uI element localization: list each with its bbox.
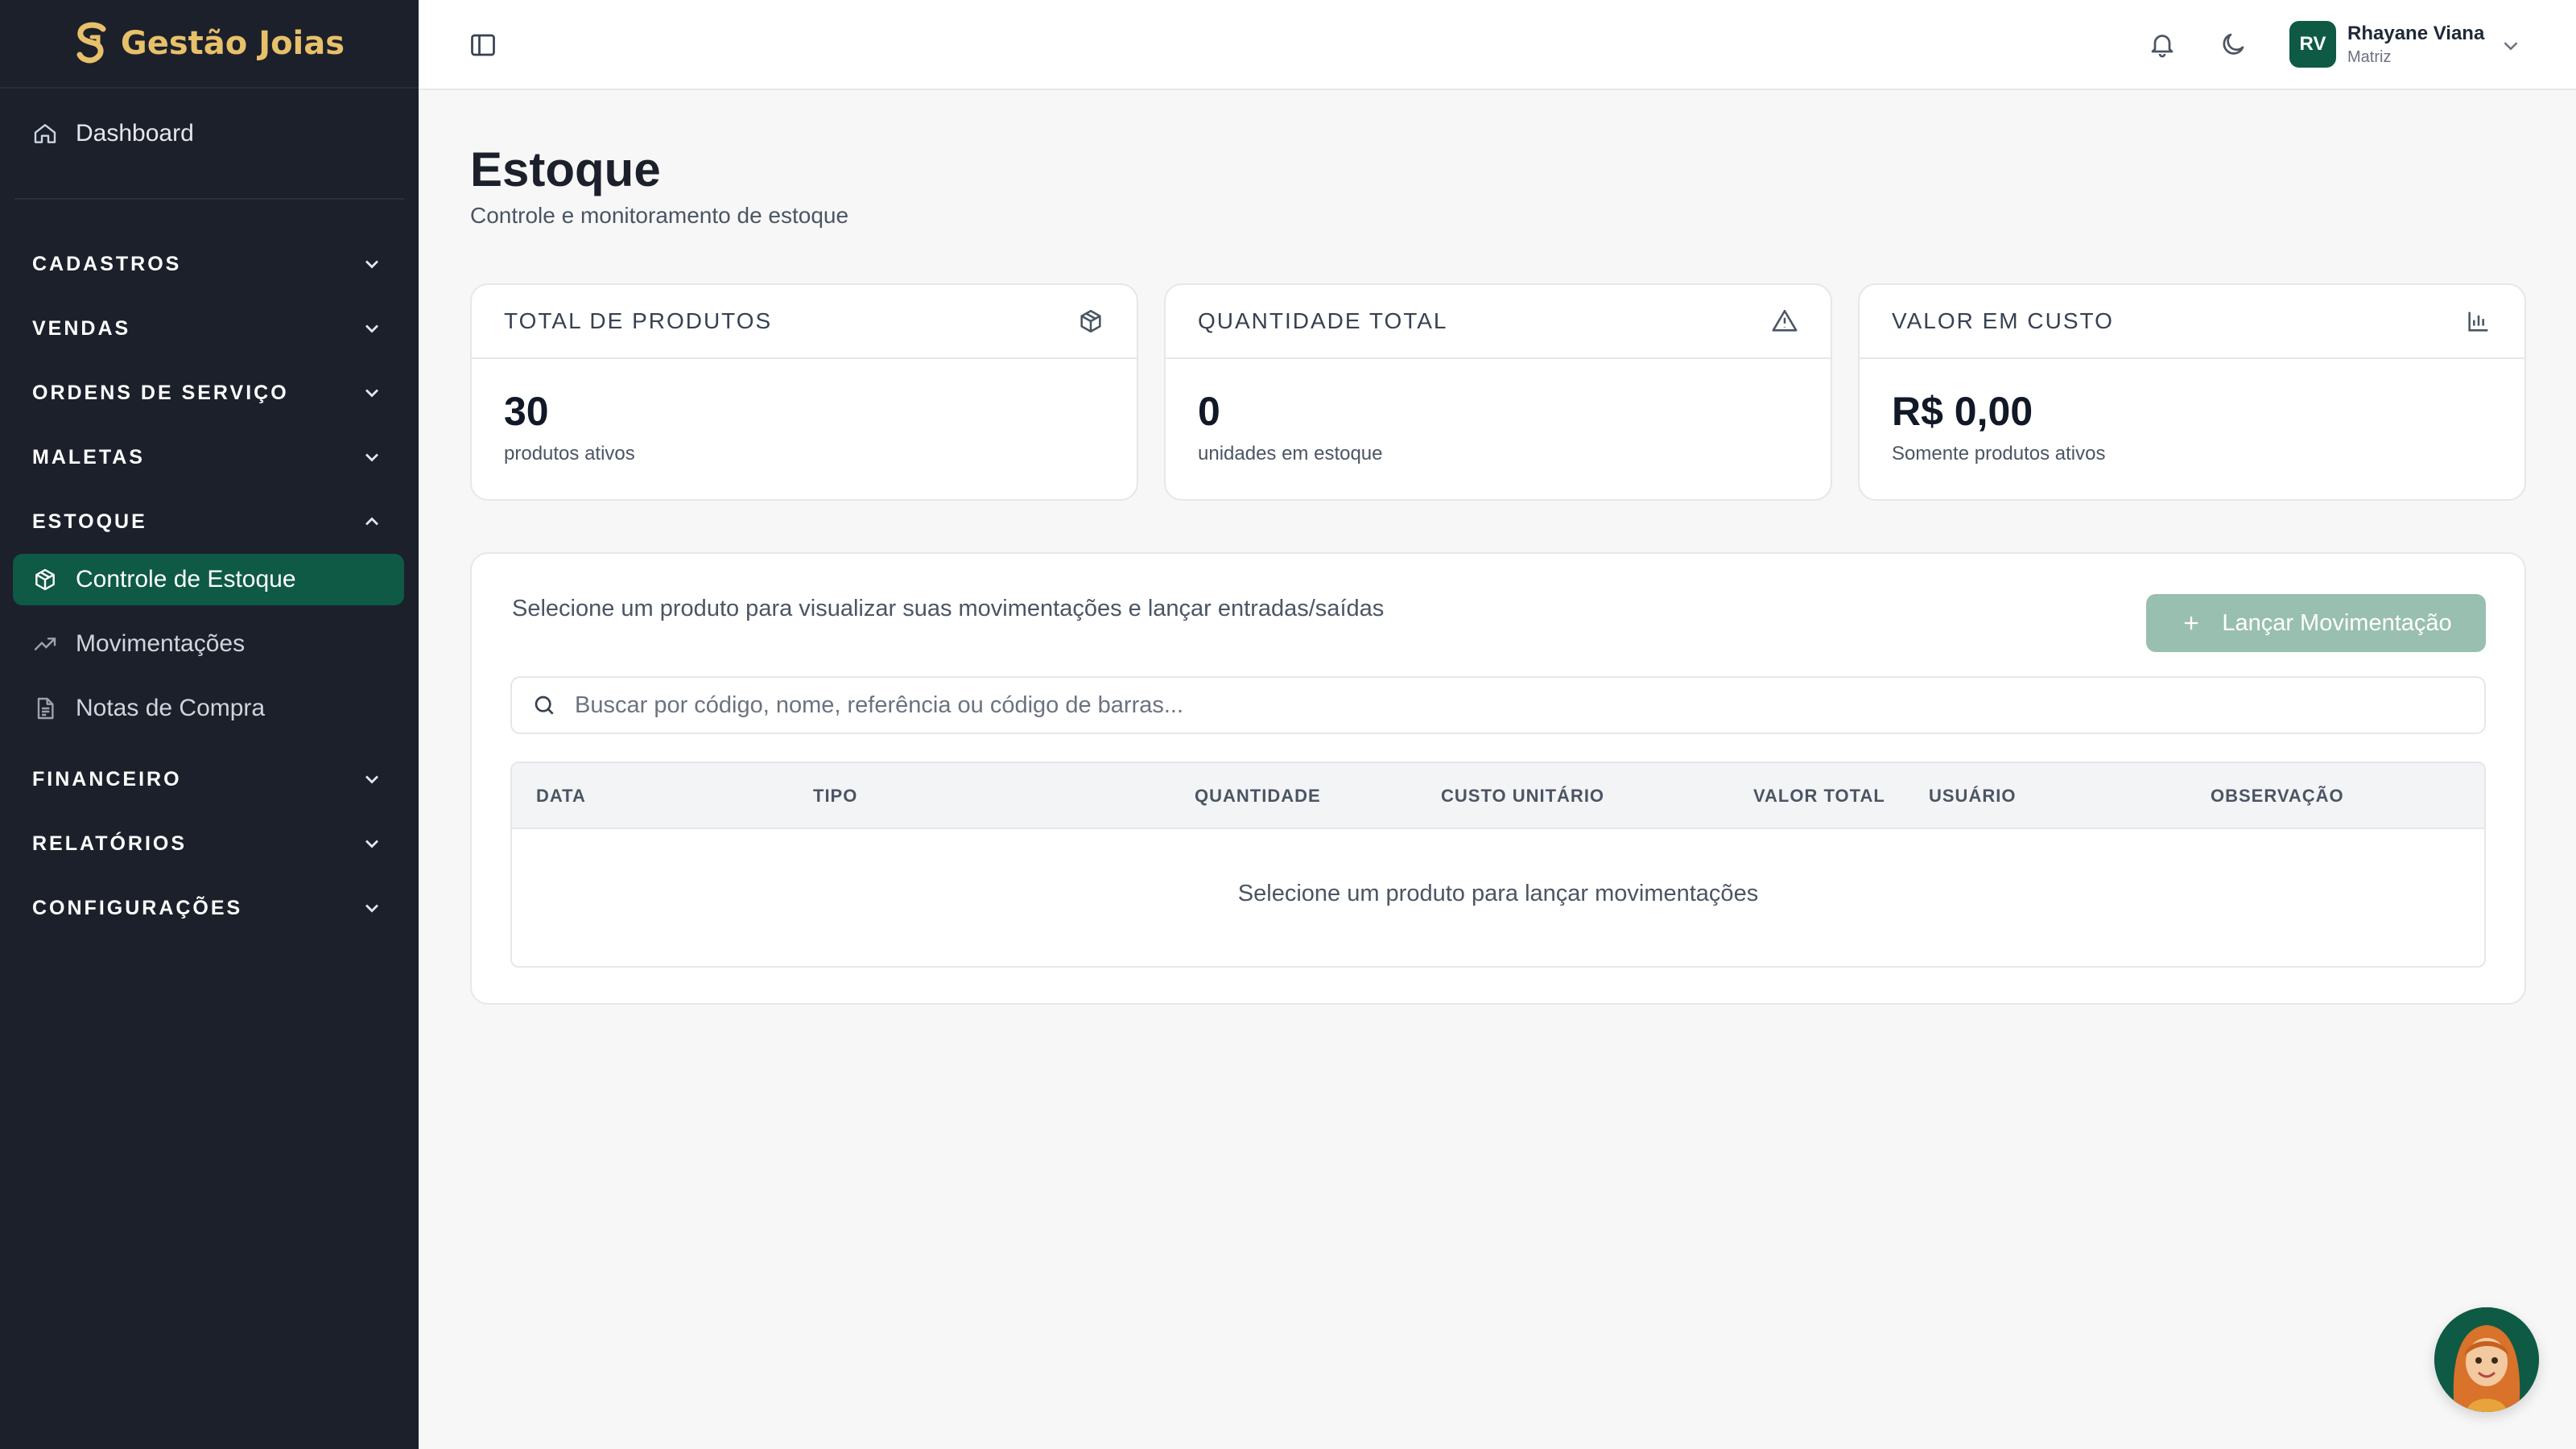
lancar-movimentacao-button[interactable]: Lançar Movimentação (2146, 594, 2486, 652)
column-header-tipo[interactable]: TIPO (813, 786, 857, 807)
chevron-down-icon (365, 260, 378, 269)
sidebar-item-label: Notas de Compra (76, 695, 266, 721)
section-label: ORDENS DE SERVIÇO (32, 381, 289, 404)
sidebar-section-configuracoes[interactable]: CONFIGURAÇÕES (0, 876, 419, 940)
trending-up-icon (34, 638, 56, 650)
movimentacoes-table: DATA TIPO QUANTIDADE CUSTO UNITÁRIO VALO… (510, 762, 2486, 968)
brand[interactable]: Gestão Joias (0, 0, 419, 89)
brand-logo-icon (76, 22, 106, 64)
sidebar-section-ordens[interactable]: ORDENS DE SERVIÇO (0, 361, 419, 425)
file-text-icon (37, 697, 54, 720)
sidebar-section-relatorios[interactable]: RELATÓRIOS (0, 811, 419, 876)
column-header-observacao[interactable]: OBSERVAÇÃO (2211, 786, 2344, 807)
assistant-avatar-icon (2434, 1307, 2539, 1412)
section-label: CONFIGURAÇÕES (32, 896, 243, 919)
card-subtext: produtos ativos (504, 443, 635, 464)
card-title: TOTAL DE PRODUTOS (504, 308, 773, 333)
card-value: 30 (504, 389, 549, 434)
sidebar-divider (14, 198, 404, 200)
column-header-data[interactable]: DATA (536, 786, 586, 807)
sidebar-item-notas-compra[interactable]: Notas de Compra (13, 683, 404, 734)
section-label: MALETAS (32, 445, 145, 469)
section-label: CADASTROS (32, 252, 182, 275)
brand-name: Gestão Joias (120, 25, 345, 62)
user-name[interactable]: Rhayane Viana (2347, 23, 2484, 45)
chevron-up-icon (365, 517, 378, 526)
sidebar-section-estoque[interactable]: ESTOQUE (0, 489, 419, 554)
card-subtext: Somente produtos ativos (1892, 443, 2106, 464)
topbar: RV Rhayane Viana Matriz (419, 0, 2576, 90)
sidebar-toggle-icon[interactable] (469, 31, 497, 60)
sidebar-item-movimentacoes[interactable]: Movimentações (13, 618, 404, 670)
card-total-produtos: TOTAL DE PRODUTOS 30 produtos ativos (470, 283, 1138, 501)
card-title: VALOR EM CUSTO (1892, 308, 2114, 333)
sidebar: Gestão Joias Dashboard CADASTROS VENDAS … (0, 0, 419, 1449)
chevron-down-icon (365, 389, 378, 398)
movimentacoes-panel: Selecione um produto para visualizar sua… (470, 552, 2526, 1005)
bell-icon[interactable] (2148, 29, 2177, 60)
sidebar-item-dashboard[interactable]: Dashboard (0, 89, 419, 179)
sidebar-item-label: Dashboard (76, 120, 194, 147)
page-title: Estoque (470, 142, 661, 196)
empty-state-message: Selecione um produto para lançar movimen… (1237, 881, 1759, 906)
package-icon (35, 568, 55, 591)
search-input[interactable] (575, 691, 2426, 719)
assistant-avatar-button[interactable] (2434, 1307, 2539, 1412)
alert-triangle-icon (1772, 309, 1798, 332)
user-org: Matriz (2347, 48, 2392, 66)
card-header: VALOR EM CUSTO (1860, 285, 2524, 359)
column-header-quantidade[interactable]: QUANTIDADE (1195, 786, 1321, 807)
chevron-down-icon[interactable] (2499, 34, 2523, 58)
search-icon (535, 696, 554, 715)
chevron-down-icon (365, 775, 378, 784)
section-label: RELATÓRIOS (32, 832, 188, 855)
section-label: FINANCEIRO (32, 767, 182, 791)
card-value: 0 (1198, 389, 1220, 434)
chevron-down-icon (365, 840, 378, 848)
home-icon (34, 124, 56, 143)
product-search[interactable] (510, 676, 2486, 734)
bar-chart-icon (2468, 312, 2488, 332)
panel-hint: Selecione um produto para visualizar sua… (512, 596, 1385, 621)
card-header: TOTAL DE PRODUTOS (472, 285, 1137, 359)
moon-icon[interactable] (2219, 29, 2248, 60)
sidebar-item-controle-estoque[interactable]: Controle de Estoque (13, 554, 404, 605)
card-valor-custo: VALOR EM CUSTO R$ 0,00 Somente produtos … (1858, 283, 2526, 501)
section-label: VENDAS (32, 316, 131, 340)
table-header: DATA TIPO QUANTIDADE CUSTO UNITÁRIO VALO… (512, 763, 2484, 829)
card-value: R$ 0,00 (1892, 389, 2033, 434)
chevron-down-icon (365, 904, 378, 913)
sidebar-section-financeiro[interactable]: FINANCEIRO (0, 747, 419, 811)
chevron-down-icon (365, 453, 378, 462)
column-header-usuario[interactable]: USUÁRIO (1929, 786, 2016, 807)
sidebar-section-vendas[interactable]: VENDAS (0, 296, 419, 361)
chevron-down-icon (365, 324, 378, 333)
avatar[interactable]: RV (2289, 21, 2336, 68)
column-header-valor-total[interactable]: VALOR TOTAL (1753, 786, 1885, 807)
card-quantidade-total: QUANTIDADE TOTAL 0 unidades em estoque (1164, 283, 1832, 501)
card-title: QUANTIDADE TOTAL (1198, 308, 1448, 333)
card-subtext: unidades em estoque (1198, 443, 1383, 464)
section-label: ESTOQUE (32, 510, 147, 533)
column-header-custo-unitario[interactable]: CUSTO UNITÁRIO (1441, 786, 1604, 807)
sidebar-section-cadastros[interactable]: CADASTROS (0, 232, 419, 296)
package-icon (1080, 309, 1101, 333)
sidebar-item-label: Controle de Estoque (76, 566, 296, 592)
plus-icon (2185, 616, 2198, 630)
sidebar-item-label: Movimentações (76, 630, 246, 657)
sidebar-section-maletas[interactable]: MALETAS (0, 425, 419, 489)
card-header: QUANTIDADE TOTAL (1166, 285, 1831, 359)
button-label: Lançar Movimentação (2222, 609, 2452, 636)
page-subtitle: Controle e monitoramento de estoque (470, 203, 849, 228)
